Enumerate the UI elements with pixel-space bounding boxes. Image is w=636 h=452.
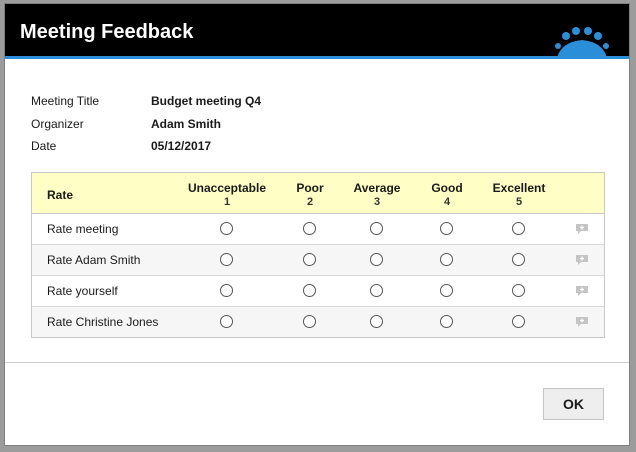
radio-excellent[interactable]	[512, 315, 525, 328]
add-comment-icon[interactable]	[576, 317, 588, 327]
dialog-title: Meeting Feedback	[20, 21, 194, 43]
info-label: Date	[31, 139, 57, 154]
add-comment-icon[interactable]	[576, 286, 588, 296]
radio-excellent[interactable]	[512, 284, 525, 297]
radio-poor[interactable]	[303, 315, 316, 328]
radio-poor[interactable]	[303, 284, 316, 297]
rating-row-yourself: Rate yourself	[32, 276, 604, 307]
meeting-info: Meeting Title Budget meeting Q4 Organize…	[31, 90, 261, 158]
info-row-organizer: Organizer Adam Smith	[31, 113, 261, 136]
radio-good[interactable]	[440, 315, 453, 328]
row-label: Rate meeting	[47, 222, 119, 236]
info-row-meeting-title: Meeting Title Budget meeting Q4	[31, 90, 261, 113]
info-value: 05/12/2017	[151, 139, 212, 154]
column-number: 5	[515, 196, 523, 208]
rate-column-title: Rate	[47, 188, 74, 202]
radio-excellent[interactable]	[512, 222, 525, 235]
radio-unacceptable[interactable]	[220, 222, 233, 235]
ok-button[interactable]: OK	[543, 388, 604, 420]
column-label: Excellent	[492, 181, 546, 195]
rating-row-meeting: Rate meeting	[32, 214, 604, 245]
rating-table: Rate Unacceptable 1 Poor 2 Average 3 Goo…	[31, 172, 605, 338]
rating-row-adam-smith: Rate Adam Smith	[32, 245, 604, 276]
radio-poor[interactable]	[303, 222, 316, 235]
row-label: Rate yourself	[47, 284, 118, 298]
column-excellent: Excellent 5	[464, 181, 574, 209]
add-comment-icon[interactable]	[576, 224, 588, 234]
info-value: Budget meeting Q4	[151, 94, 262, 109]
radio-poor[interactable]	[303, 253, 316, 266]
rating-header: Rate Unacceptable 1 Poor 2 Average 3 Goo…	[32, 173, 604, 214]
rating-row-christine-jones: Rate Christine Jones	[32, 307, 604, 337]
team-logo-icon	[555, 27, 609, 58]
add-comment-icon[interactable]	[576, 255, 588, 265]
radio-average[interactable]	[370, 222, 383, 235]
radio-unacceptable[interactable]	[220, 315, 233, 328]
radio-average[interactable]	[370, 253, 383, 266]
radio-good[interactable]	[440, 253, 453, 266]
radio-average[interactable]	[370, 284, 383, 297]
radio-unacceptable[interactable]	[220, 284, 233, 297]
radio-unacceptable[interactable]	[220, 253, 233, 266]
row-label: Rate Adam Smith	[47, 253, 141, 267]
radio-average[interactable]	[370, 315, 383, 328]
row-label: Rate Christine Jones	[47, 315, 159, 329]
meeting-feedback-dialog: Meeting Feedback Meeting Title Budget me…	[4, 3, 630, 446]
info-value: Adam Smith	[151, 116, 222, 131]
radio-good[interactable]	[440, 222, 453, 235]
title-bar: Meeting Feedback	[5, 4, 629, 59]
radio-good[interactable]	[440, 284, 453, 297]
info-label: Meeting Title	[31, 94, 100, 109]
info-label: Organizer	[31, 116, 84, 131]
info-row-date: Date 05/12/2017	[31, 135, 261, 158]
footer-divider	[5, 362, 629, 363]
radio-excellent[interactable]	[512, 253, 525, 266]
